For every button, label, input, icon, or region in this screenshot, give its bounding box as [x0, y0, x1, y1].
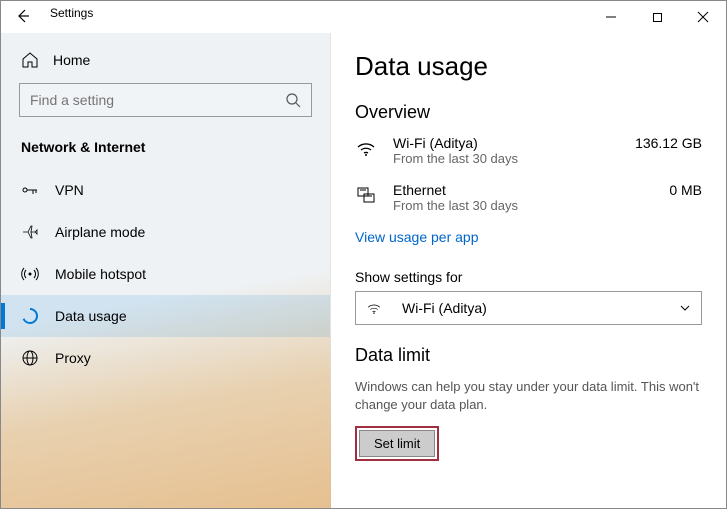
titlebar: Settings	[1, 1, 726, 33]
nav-label: Data usage	[55, 308, 127, 324]
wifi-icon	[355, 135, 379, 159]
nav-label: Proxy	[55, 350, 91, 366]
overview-heading: Overview	[355, 102, 702, 123]
data-usage-icon	[21, 307, 39, 325]
nav-item-hotspot[interactable]: Mobile hotspot	[1, 253, 330, 295]
nav-item-data-usage[interactable]: Data usage	[1, 295, 330, 337]
nav-label: VPN	[55, 182, 84, 198]
hotspot-icon	[21, 265, 39, 283]
sidebar: Home Network & Internet VPN Airplane mod…	[1, 33, 331, 508]
network-dropdown[interactable]: Wi-Fi (Aditya)	[355, 291, 702, 325]
home-nav[interactable]: Home	[1, 43, 330, 83]
nav-label: Airplane mode	[55, 224, 145, 240]
home-label: Home	[53, 52, 90, 68]
ethernet-icon	[355, 182, 379, 206]
data-limit-desc: Windows can help you stay under your dat…	[355, 378, 702, 414]
set-limit-button[interactable]: Set limit	[359, 430, 435, 457]
dropdown-value: Wi-Fi (Aditya)	[402, 300, 487, 316]
set-limit-highlight: Set limit	[355, 426, 439, 461]
page-title: Data usage	[355, 51, 702, 82]
usage-name: Wi-Fi (Aditya)	[393, 135, 518, 151]
content-pane: Data usage Overview Wi-Fi (Aditya) From …	[331, 33, 726, 508]
sidebar-section-title: Network & Internet	[1, 135, 330, 169]
data-limit-heading: Data limit	[355, 345, 702, 366]
back-button[interactable]	[0, 0, 46, 32]
nav-item-vpn[interactable]: VPN	[1, 169, 330, 211]
wifi-icon	[366, 300, 382, 316]
window-title: Settings	[50, 6, 93, 20]
nav-item-airplane[interactable]: Airplane mode	[1, 211, 330, 253]
maximize-button[interactable]	[634, 1, 680, 33]
usage-sub: From the last 30 days	[393, 151, 518, 166]
usage-sub: From the last 30 days	[393, 198, 518, 213]
search-icon	[285, 92, 301, 108]
view-usage-link[interactable]: View usage per app	[355, 229, 702, 245]
usage-value: 136.12 GB	[635, 135, 702, 151]
search-input[interactable]	[30, 92, 270, 108]
usage-name: Ethernet	[393, 182, 518, 198]
usage-value: 0 MB	[669, 182, 702, 198]
home-icon	[21, 51, 39, 69]
minimize-button[interactable]	[588, 1, 634, 33]
nav-label: Mobile hotspot	[55, 266, 146, 282]
airplane-icon	[21, 223, 39, 241]
search-box[interactable]	[19, 83, 312, 117]
chevron-down-icon	[679, 302, 691, 314]
nav-item-proxy[interactable]: Proxy	[1, 337, 330, 379]
usage-row-ethernet[interactable]: Ethernet From the last 30 days 0 MB	[355, 182, 702, 213]
vpn-icon	[21, 181, 39, 199]
usage-row-wifi[interactable]: Wi-Fi (Aditya) From the last 30 days 136…	[355, 135, 702, 166]
proxy-icon	[21, 349, 39, 367]
show-settings-label: Show settings for	[355, 269, 702, 285]
close-button[interactable]	[680, 1, 726, 33]
